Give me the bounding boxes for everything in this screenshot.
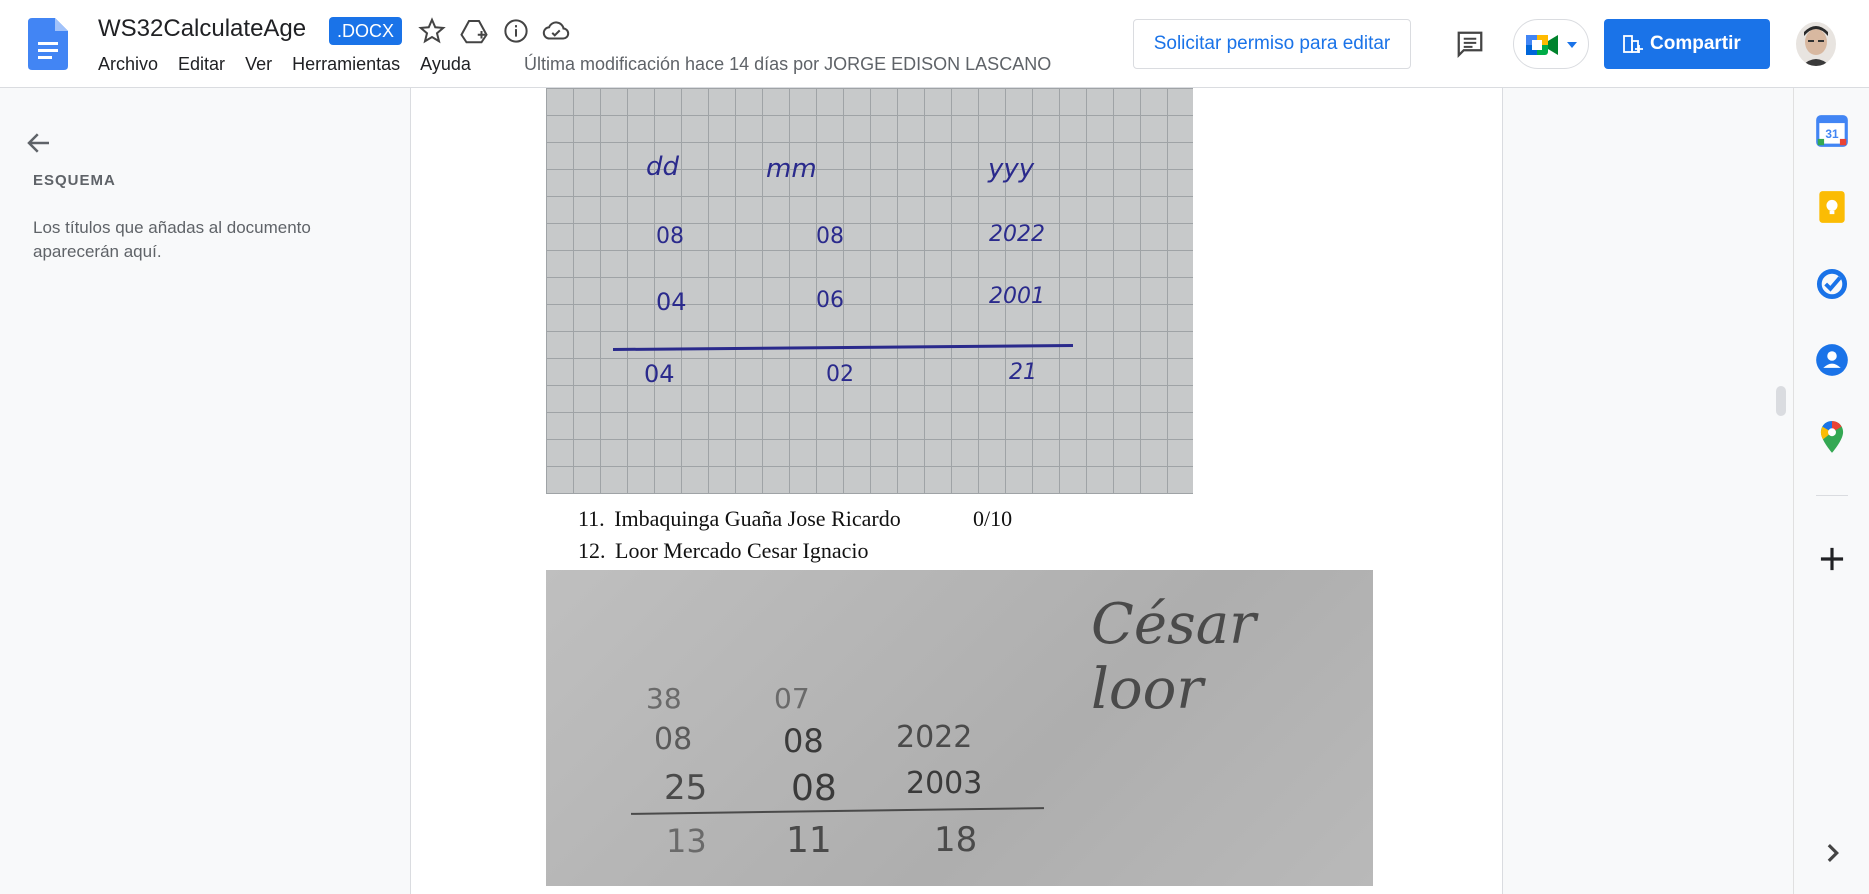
cloud-saved-icon[interactable] <box>541 16 571 46</box>
back-arrow-icon[interactable] <box>24 128 54 158</box>
file-type-badge: .DOCX <box>329 17 403 45</box>
hand-res-dd: 04 <box>644 360 675 388</box>
menu-archivo[interactable]: Archivo <box>98 54 158 75</box>
hand-r1-yyy: 2022 <box>989 222 1045 247</box>
pencil-r2-mm: 08 <box>791 768 837 809</box>
pencil-res-yy: 18 <box>934 820 978 860</box>
hand-r1-mm: 08 <box>816 224 844 249</box>
signature: César loor <box>1091 592 1256 722</box>
meet-button[interactable] <box>1513 19 1589 69</box>
meet-icon <box>1526 35 1558 55</box>
request-edit-button[interactable]: Solicitar permiso para editar <box>1133 19 1411 69</box>
handwritten-image-1[interactable]: dd mm yyy 08 08 2022 04 06 2001 04 02 21 <box>546 88 1193 494</box>
move-to-drive-icon[interactable] <box>459 16 489 46</box>
doc-title[interactable]: WS32CalculateAge <box>98 15 306 43</box>
pencil-underline <box>631 807 1044 815</box>
maps-icon[interactable] <box>1813 418 1851 456</box>
top-bar: WS32CalculateAge .DOCX Archivo Editar Ve… <box>0 0 1869 88</box>
chevron-down-icon <box>1567 42 1577 48</box>
outline-heading: ESQUEMA <box>33 172 116 189</box>
hand-header-dd: dd <box>646 152 680 182</box>
menu-ayuda[interactable]: Ayuda <box>420 54 471 75</box>
side-panel-rail: 31 <box>1793 88 1869 894</box>
calendar-day: 31 <box>1825 127 1839 141</box>
share-button[interactable]: Compartir <box>1604 19 1770 69</box>
keep-icon[interactable] <box>1813 188 1851 226</box>
contacts-icon[interactable] <box>1813 341 1851 379</box>
pencil-res-mm: 11 <box>786 820 832 861</box>
student-name: Imbaquinga Guaña Jose Ricardo <box>614 506 901 531</box>
hand-r2-mm: 06 <box>816 288 844 313</box>
pencil-r1-yyyy: 2022 <box>896 720 973 755</box>
list-item-11: 11. Imbaquinga Guaña Jose Ricardo 0/10 <box>578 506 1012 532</box>
hand-header-mm: mm <box>766 154 817 184</box>
document-page[interactable]: dd mm yyy 08 08 2022 04 06 2001 04 02 21… <box>410 88 1503 894</box>
pencil-r2-yyyy: 2003 <box>906 766 983 801</box>
outline-hint: Los títulos que añadas al documento apar… <box>33 218 311 261</box>
comment-history-icon[interactable] <box>1455 29 1485 59</box>
pencil-borrow-dd: 38 <box>646 682 682 715</box>
rail-divider <box>1816 495 1848 496</box>
menu-herramientas[interactable]: Herramientas <box>292 54 400 75</box>
add-icon[interactable] <box>1813 540 1851 578</box>
pencil-res-dd: 13 <box>666 822 707 860</box>
expand-icon[interactable] <box>1813 834 1851 872</box>
hand-header-yyy: yyy <box>988 154 1035 184</box>
info-icon[interactable] <box>501 16 531 46</box>
list-num: 11. <box>578 506 605 531</box>
student-name: Loor Mercado Cesar Ignacio <box>615 538 869 563</box>
menu-editar[interactable]: Editar <box>178 54 225 75</box>
hand-underline <box>612 343 1074 352</box>
hand-res-yy: 21 <box>1009 360 1037 385</box>
share-org-icon <box>1623 35 1643 53</box>
outline-panel: ESQUEMA Los títulos que añadas al docume… <box>0 88 410 894</box>
menu-ver[interactable]: Ver <box>245 54 272 75</box>
pencil-r2-dd: 25 <box>664 768 708 808</box>
last-modified-link[interactable]: Última modificación hace 14 días por JOR… <box>524 54 1051 75</box>
score: 0/10 <box>973 506 1013 531</box>
handwritten-image-2[interactable]: César loor 38 07 08 08 2022 25 08 2003 1… <box>546 570 1373 886</box>
list-num: 12. <box>578 538 606 563</box>
scrollbar-thumb[interactable] <box>1776 386 1786 416</box>
pencil-r1-mm: 08 <box>783 722 824 760</box>
menu-bar: Archivo Editar Ver Herramientas Ayuda <box>98 54 491 75</box>
hand-r2-dd: 04 <box>656 288 687 316</box>
pencil-borrow-mm: 07 <box>774 682 810 715</box>
pencil-r1-dd: 08 <box>654 722 693 757</box>
list-item-12: 12. Loor Mercado Cesar Ignacio <box>578 538 869 564</box>
star-icon[interactable] <box>417 16 447 46</box>
avatar[interactable] <box>1796 22 1836 66</box>
share-label: Compartir <box>1650 33 1741 54</box>
calendar-icon[interactable]: 31 <box>1813 112 1851 150</box>
hand-r1-dd: 08 <box>656 224 684 249</box>
hand-r2-yyy: 2001 <box>989 284 1045 309</box>
tasks-icon[interactable] <box>1813 265 1851 303</box>
docs-logo-icon[interactable] <box>28 18 68 70</box>
avatar-image <box>1796 22 1836 66</box>
hand-res-mm: 02 <box>826 362 854 387</box>
